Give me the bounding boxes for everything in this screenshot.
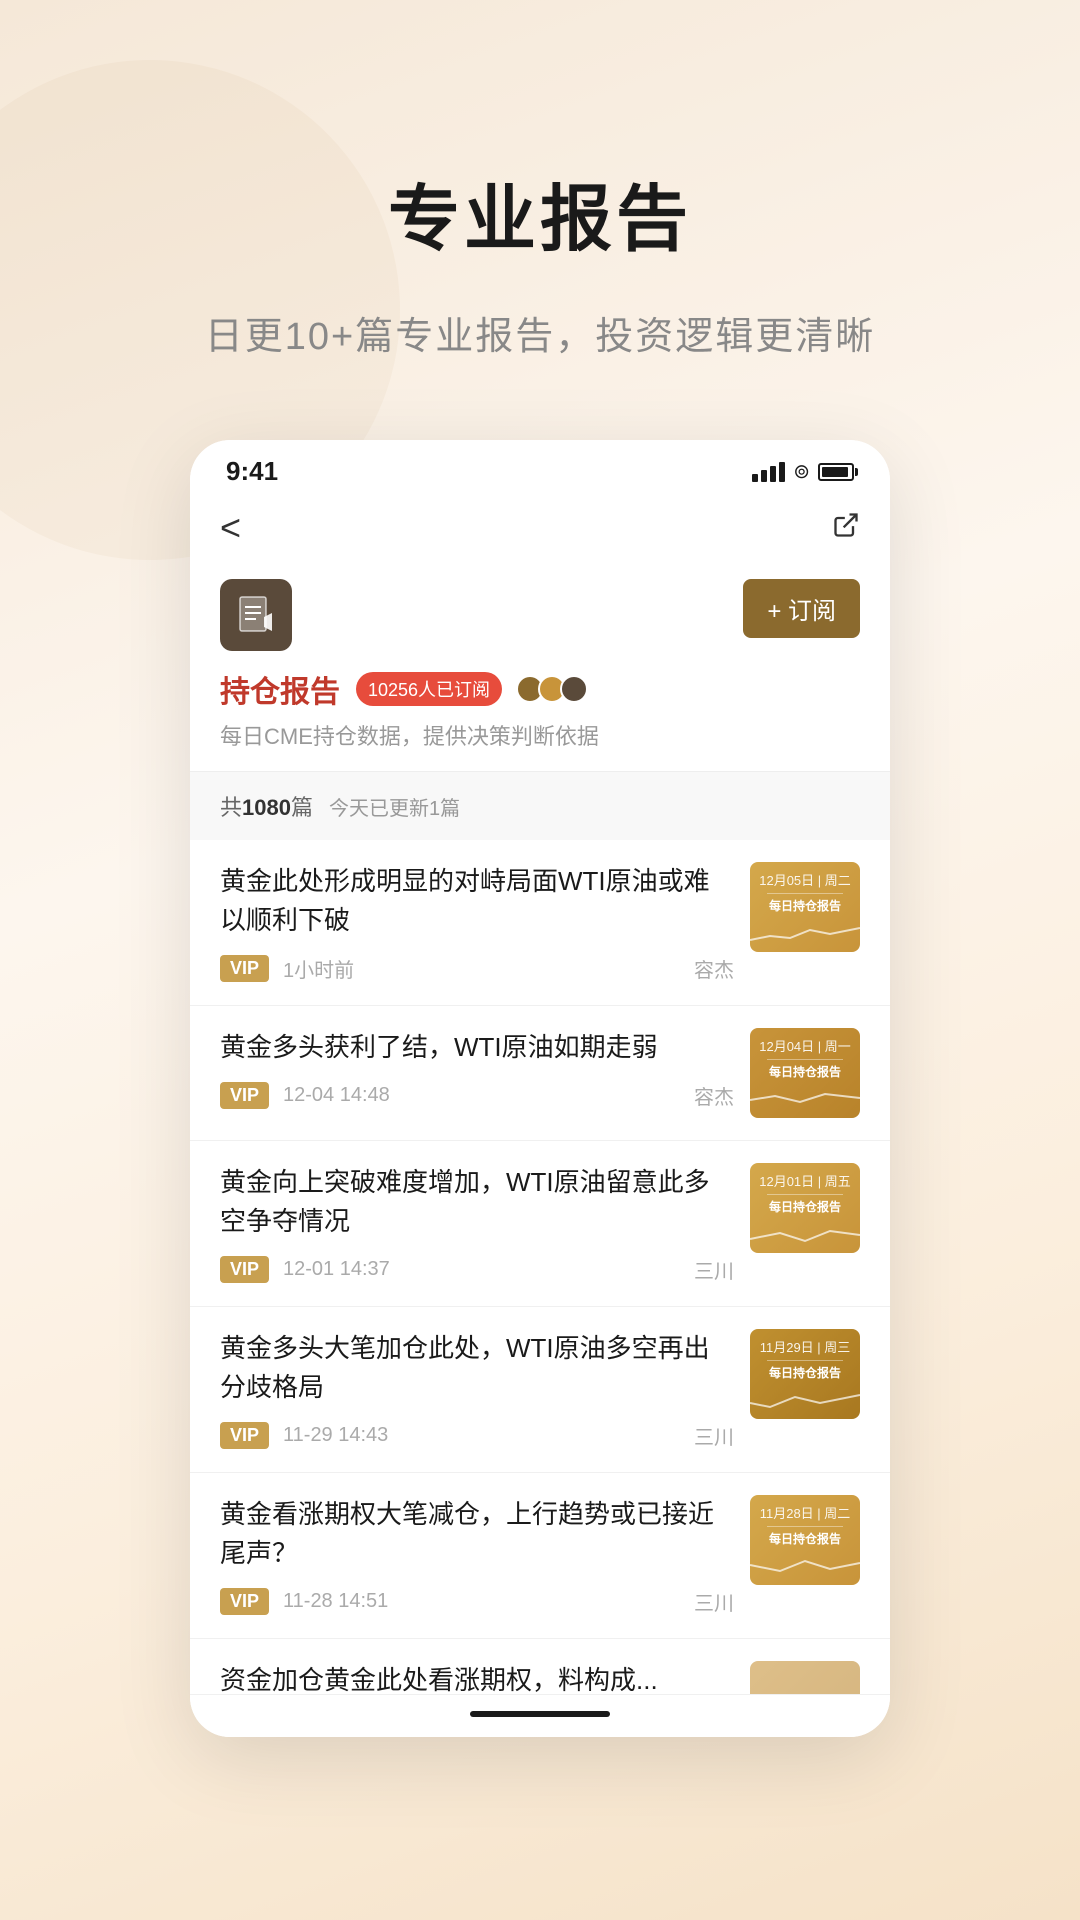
status-time: 9:41 xyxy=(226,456,278,487)
article-item[interactable]: 黄金多头获利了结，WTI原油如期走弱 VIP 12-04 14:48 容杰 12… xyxy=(190,1006,890,1141)
thumb-title: 每日持仓报告 xyxy=(769,898,841,915)
vip-badge: VIP xyxy=(220,1082,269,1109)
article-title: 资金加仓黄金此处看涨期权，料构成... xyxy=(220,1661,734,1695)
article-author: 三川 xyxy=(694,1421,734,1450)
thumb-title: 每日持仓报告 xyxy=(769,1531,841,1548)
subscriber-badge: 10256人已订阅 xyxy=(356,672,502,706)
today-update-label: 今天已更新1篇 xyxy=(329,792,460,821)
article-time: 1小时前 xyxy=(283,954,354,983)
channel-icon xyxy=(220,579,292,651)
article-thumbnail xyxy=(750,1661,860,1695)
vip-badge: VIP xyxy=(220,1588,269,1615)
article-item[interactable]: 黄金多头大笔加仓此处，WTI原油多空再出分歧格局 VIP 11-29 14:43… xyxy=(190,1307,890,1473)
home-indicator xyxy=(470,1711,610,1717)
article-thumbnail: 12月04日 | 周一 每日持仓报告 xyxy=(750,1028,860,1118)
wifi-icon: ⊚ xyxy=(793,459,810,484)
thumb-title: 每日持仓报告 xyxy=(769,1365,841,1382)
article-title: 黄金多头获利了结，WTI原油如期走弱 xyxy=(220,1028,734,1067)
article-title: 黄金此处形成明显的对峙局面WTI原油或难以顺利下破 xyxy=(220,862,734,940)
article-author: 三川 xyxy=(694,1587,734,1616)
article-time: 12-01 14:37 xyxy=(283,1258,390,1281)
subscribe-button[interactable]: + 订阅 xyxy=(743,579,860,638)
status-icons: ⊚ xyxy=(752,459,854,484)
thumb-date: 12月05日 | 周二 xyxy=(759,870,851,889)
vip-badge: VIP xyxy=(220,1422,269,1449)
nav-bar: < xyxy=(190,497,890,563)
subscriber-avatars xyxy=(522,675,588,703)
article-author: 三川 xyxy=(694,1255,734,1284)
thumb-title: 每日持仓报告 xyxy=(769,1199,841,1216)
article-title: 黄金向上突破难度增加，WTI原油留意此多空争夺情况 xyxy=(220,1163,734,1241)
article-thumbnail: 12月01日 | 周五 每日持仓报告 xyxy=(750,1163,860,1253)
article-time: 12-04 14:48 xyxy=(283,1084,390,1107)
battery-icon xyxy=(818,463,854,481)
back-button[interactable]: < xyxy=(220,507,241,549)
article-total-count: 共1080篇 xyxy=(220,790,313,822)
article-thumbnail: 12月05日 | 周二 每日持仓报告 xyxy=(750,862,860,952)
article-content: 黄金向上突破难度增加，WTI原油留意此多空争夺情况 VIP 12-01 14:3… xyxy=(220,1163,734,1284)
thumb-date: 11月28日 | 周二 xyxy=(760,1503,851,1522)
article-thumbnail: 11月29日 | 周三 每日持仓报告 xyxy=(750,1329,860,1419)
channel-header: + 订阅 持仓报告 10256人已订阅 每日CME持仓数据，提供决策判断依据 xyxy=(190,563,890,771)
page-subtitle: 日更10+篇专业报告，投资逻辑更清晰 xyxy=(205,305,875,360)
article-author: 容杰 xyxy=(694,1081,734,1110)
article-item[interactable]: 黄金向上突破难度增加，WTI原油留意此多空争夺情况 VIP 12-01 14:3… xyxy=(190,1141,890,1307)
article-content: 黄金此处形成明显的对峙局面WTI原油或难以顺利下破 VIP 1小时前 容杰 xyxy=(220,862,734,983)
vip-badge: VIP xyxy=(220,1256,269,1283)
article-meta: VIP 12-01 14:37 三川 xyxy=(220,1255,734,1284)
channel-name: 持仓报告 xyxy=(220,667,340,711)
thumb-date: 11月29日 | 周三 xyxy=(760,1337,851,1356)
article-content: 黄金看涨期权大笔减仓，上行趋势或已接近尾声？ VIP 11-28 14:51 三… xyxy=(220,1495,734,1616)
article-thumbnail: 11月28日 | 周二 每日持仓报告 xyxy=(750,1495,860,1585)
signal-icon xyxy=(752,462,785,482)
article-author: 容杰 xyxy=(694,954,734,983)
article-item[interactable]: 黄金此处形成明显的对峙局面WTI原油或难以顺利下破 VIP 1小时前 容杰 12… xyxy=(190,840,890,1006)
article-item[interactable]: 资金加仓黄金此处看涨期权，料构成... xyxy=(190,1639,890,1695)
article-content: 黄金多头获利了结，WTI原油如期走弱 VIP 12-04 14:48 容杰 xyxy=(220,1028,734,1110)
phone-mockup: 9:41 ⊚ < xyxy=(190,440,890,1737)
thumb-date: 12月04日 | 周一 xyxy=(759,1036,851,1055)
thumb-date: 12月01日 | 周五 xyxy=(759,1171,851,1190)
article-content: 黄金多头大笔加仓此处，WTI原油多空再出分歧格局 VIP 11-29 14:43… xyxy=(220,1329,734,1450)
article-meta: VIP 1小时前 容杰 xyxy=(220,954,734,983)
status-bar: 9:41 ⊚ xyxy=(190,440,890,497)
article-meta: VIP 12-04 14:48 容杰 xyxy=(220,1081,734,1110)
vip-badge: VIP xyxy=(220,955,269,982)
bottom-bar xyxy=(190,1695,890,1737)
article-time: 11-28 14:51 xyxy=(283,1590,388,1613)
channel-name-row: 持仓报告 10256人已订阅 xyxy=(220,667,860,711)
thumb-title: 每日持仓报告 xyxy=(769,1064,841,1081)
article-title: 黄金看涨期权大笔减仓，上行趋势或已接近尾声？ xyxy=(220,1495,734,1573)
article-time: 11-29 14:43 xyxy=(283,1424,388,1447)
share-button[interactable] xyxy=(832,511,860,546)
page-title: 专业报告 xyxy=(388,160,692,265)
article-meta: VIP 11-29 14:43 三川 xyxy=(220,1421,734,1450)
article-list-header: 共1080篇 今天已更新1篇 xyxy=(190,771,890,840)
article-content: 资金加仓黄金此处看涨期权，料构成... xyxy=(220,1661,734,1695)
article-title: 黄金多头大笔加仓此处，WTI原油多空再出分歧格局 xyxy=(220,1329,734,1407)
channel-description: 每日CME持仓数据，提供决策判断依据 xyxy=(220,719,860,751)
article-meta: VIP 11-28 14:51 三川 xyxy=(220,1587,734,1616)
article-item[interactable]: 黄金看涨期权大笔减仓，上行趋势或已接近尾声？ VIP 11-28 14:51 三… xyxy=(190,1473,890,1639)
